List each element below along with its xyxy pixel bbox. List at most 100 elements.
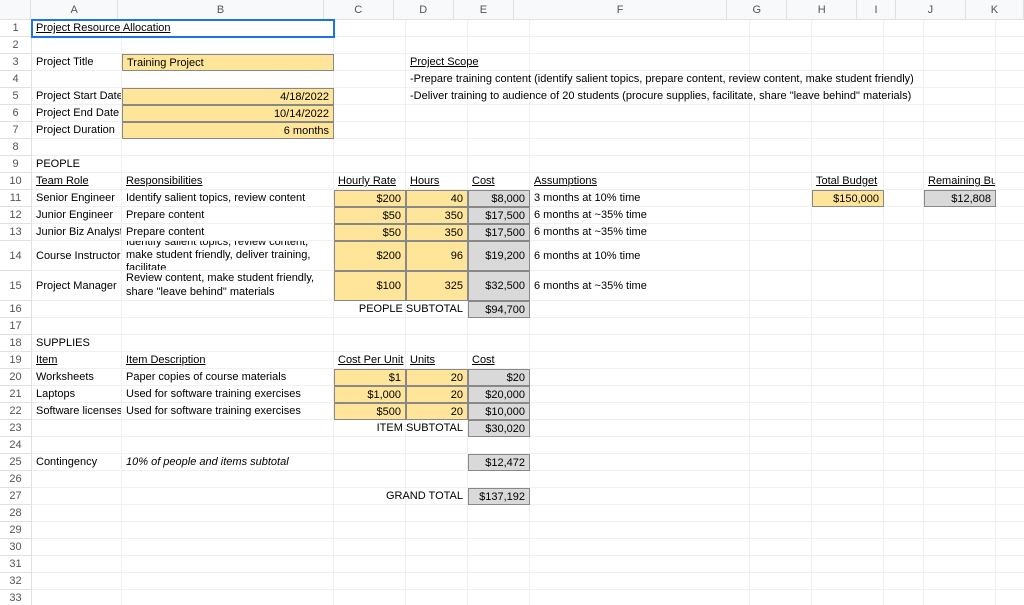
people-hours[interactable]: 350	[406, 207, 468, 224]
people-assump[interactable]: 3 months at 10% time	[530, 190, 750, 207]
col-header-J[interactable]: J	[896, 0, 966, 20]
people-resp[interactable]: Prepare content	[122, 207, 334, 224]
row-header-19[interactable]: 19	[0, 352, 32, 369]
people-cost[interactable]: $17,500	[468, 224, 530, 241]
grand-total-label[interactable]: GRAND TOTAL	[334, 488, 468, 505]
people-assump[interactable]: 6 months at ~35% time	[530, 271, 750, 301]
supplies-header-item[interactable]: Item	[32, 352, 122, 369]
people-rate[interactable]: $50	[334, 224, 406, 241]
row-header-18[interactable]: 18	[0, 335, 32, 352]
people-cost[interactable]: $19,200	[468, 241, 530, 271]
supplies-header-desc[interactable]: Item Description	[122, 352, 334, 369]
col-header-C[interactable]: C	[324, 0, 394, 20]
people-assump[interactable]: 6 months at 10% time	[530, 241, 750, 271]
row-header-20[interactable]: 20	[0, 369, 32, 386]
project-scope-label[interactable]: Project Scope	[406, 54, 750, 71]
supplies-cost[interactable]: $20,000	[468, 386, 530, 403]
row-header-12[interactable]: 12	[0, 207, 32, 224]
people-cost[interactable]: $32,500	[468, 271, 530, 301]
row-header-21[interactable]: 21	[0, 386, 32, 403]
col-header-I[interactable]: I	[857, 0, 896, 20]
people-header-role[interactable]: Team Role	[32, 173, 122, 190]
supplies-header-cost[interactable]: Cost	[468, 352, 530, 369]
people-role[interactable]: Project Manager	[32, 271, 122, 301]
spreadsheet[interactable]: ABCDEFGHIJK 1234567891011121314151617181…	[0, 0, 1024, 605]
people-role[interactable]: Senior Engineer	[32, 190, 122, 207]
people-rate[interactable]: $100	[334, 271, 406, 301]
grid[interactable]: Project Resource AllocationProject Title…	[32, 20, 1024, 605]
people-cost[interactable]: $8,000	[468, 190, 530, 207]
col-header-H[interactable]: H	[787, 0, 857, 20]
row-header-15[interactable]: 15	[0, 271, 32, 301]
project-duration-label[interactable]: Project Duration	[32, 122, 122, 139]
project-title-value[interactable]: Training Project	[122, 54, 334, 71]
row-header-9[interactable]: 9	[0, 156, 32, 173]
row-header-29[interactable]: 29	[0, 522, 32, 539]
row-header-31[interactable]: 31	[0, 556, 32, 573]
people-assump[interactable]: 6 months at ~35% time	[530, 224, 750, 241]
item-subtotal-value[interactable]: $30,020	[468, 420, 530, 437]
project-start-label[interactable]: Project Start Date	[32, 88, 122, 105]
row-header-3[interactable]: 3	[0, 54, 32, 71]
row-header-26[interactable]: 26	[0, 471, 32, 488]
supplies-desc[interactable]: Paper copies of course materials	[122, 369, 334, 386]
row-header-33[interactable]: 33	[0, 590, 32, 605]
row-header-23[interactable]: 23	[0, 420, 32, 437]
people-role[interactable]: Junior Engineer	[32, 207, 122, 224]
col-header-B[interactable]: B	[118, 0, 324, 20]
supplies-cost[interactable]: $10,000	[468, 403, 530, 420]
people-header-hours[interactable]: Hours	[406, 173, 468, 190]
scope-line-2[interactable]: -Deliver training to audience of 20 stud…	[406, 88, 1024, 105]
supplies-item[interactable]: Laptops	[32, 386, 122, 403]
col-header-D[interactable]: D	[394, 0, 454, 20]
people-header-cost[interactable]: Cost	[468, 173, 530, 190]
supplies-cost[interactable]: $20	[468, 369, 530, 386]
people-resp[interactable]: Review content, make student friendly, s…	[122, 271, 334, 301]
supplies-item[interactable]: Software licenses	[32, 403, 122, 420]
people-rate[interactable]: $200	[334, 241, 406, 271]
supplies-header-units[interactable]: Units	[406, 352, 468, 369]
people-cost[interactable]: $17,500	[468, 207, 530, 224]
row-header-5[interactable]: 5	[0, 88, 32, 105]
contingency-desc[interactable]: 10% of people and items subtotal	[122, 454, 334, 471]
supplies-units[interactable]: 20	[406, 369, 468, 386]
supplies-desc[interactable]: Used for software training exercises	[122, 386, 334, 403]
row-header-27[interactable]: 27	[0, 488, 32, 505]
people-header-rate[interactable]: Hourly Rate	[334, 173, 406, 190]
total-budget-value[interactable]: $150,000	[812, 190, 884, 207]
item-subtotal-label[interactable]: ITEM SUBTOTAL	[334, 420, 468, 437]
total-budget-label[interactable]: Total Budget	[812, 173, 884, 190]
people-hours[interactable]: 96	[406, 241, 468, 271]
contingency-value[interactable]: $12,472	[468, 454, 530, 471]
row-header-13[interactable]: 13	[0, 224, 32, 241]
col-header-F[interactable]: F	[514, 0, 727, 20]
project-end-value[interactable]: 10/14/2022	[122, 105, 334, 122]
people-subtotal-value[interactable]: $94,700	[468, 301, 530, 318]
people-hours[interactable]: 325	[406, 271, 468, 301]
row-header-14[interactable]: 14	[0, 241, 32, 271]
supplies-cpu[interactable]: $1	[334, 369, 406, 386]
supplies-desc[interactable]: Used for software training exercises	[122, 403, 334, 420]
people-hours[interactable]: 350	[406, 224, 468, 241]
people-section[interactable]: PEOPLE	[32, 156, 122, 173]
supplies-cpu[interactable]: $1,000	[334, 386, 406, 403]
people-assump[interactable]: 6 months at ~35% time	[530, 207, 750, 224]
supplies-header-cpu[interactable]: Cost Per Unit	[334, 352, 406, 369]
people-header-assump[interactable]: Assumptions	[530, 173, 750, 190]
people-resp[interactable]: Prepare content	[122, 224, 334, 241]
people-rate[interactable]: $200	[334, 190, 406, 207]
remaining-budget-label[interactable]: Remaining Budget	[924, 173, 996, 190]
project-duration-value[interactable]: 6 months	[122, 122, 334, 139]
people-resp[interactable]: Identify salient topics, review content	[122, 190, 334, 207]
supplies-section[interactable]: SUPPLIES	[32, 335, 122, 352]
row-header-16[interactable]: 16	[0, 301, 32, 318]
supplies-units[interactable]: 20	[406, 386, 468, 403]
row-header-32[interactable]: 32	[0, 573, 32, 590]
scope-line-1[interactable]: -Prepare training content (identify sali…	[406, 71, 1024, 88]
people-header-resp[interactable]: Responsibilities	[122, 173, 334, 190]
project-end-label[interactable]: Project End Date	[32, 105, 122, 122]
row-header-7[interactable]: 7	[0, 122, 32, 139]
col-header-G[interactable]: G	[727, 0, 787, 20]
col-header-K[interactable]: K	[966, 0, 1024, 20]
supplies-cpu[interactable]: $500	[334, 403, 406, 420]
